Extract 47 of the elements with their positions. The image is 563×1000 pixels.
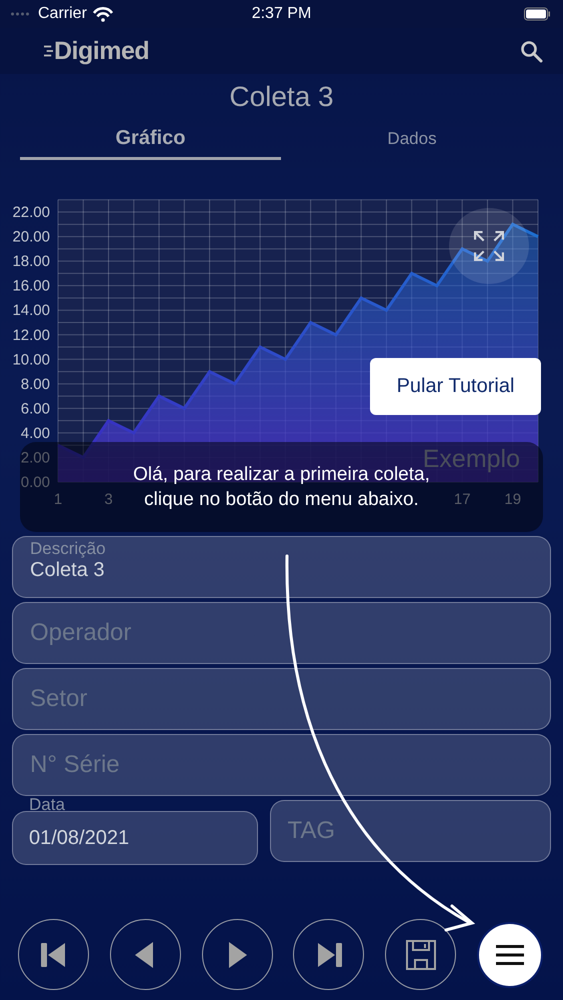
- y-tick-label: 4.00: [20, 424, 50, 442]
- battery-icon: [524, 7, 551, 21]
- signal-icon: [8, 11, 32, 17]
- x-tick-label: 17: [454, 491, 471, 508]
- text-field[interactable]: 01/08/2021: [12, 811, 258, 865]
- text-field[interactable]: N° Série: [12, 734, 551, 796]
- y-tick-label: 6.00: [20, 400, 50, 418]
- first-record-button[interactable]: [18, 919, 89, 990]
- text-input[interactable]: Operador: [30, 619, 533, 647]
- x-tick-label: 1: [54, 491, 62, 508]
- text-field[interactable]: TAG: [270, 800, 551, 862]
- text-input[interactable]: Setor: [30, 685, 533, 713]
- x-tick-label: 19: [504, 491, 522, 508]
- last-record-button[interactable]: [293, 919, 364, 990]
- text-field[interactable]: Operador: [12, 602, 551, 664]
- y-tick-label: 20.00: [12, 228, 50, 246]
- save-button[interactable]: [385, 919, 456, 990]
- y-tick-label: 8.00: [20, 376, 50, 393]
- y-tick-label: 0.00: [20, 474, 50, 491]
- tab[interactable]: Dados: [281, 120, 543, 160]
- expand-icon: [474, 231, 504, 261]
- y-tick-label: 18.00: [12, 253, 50, 270]
- text-input[interactable]: 01/08/2021: [29, 826, 240, 850]
- text-input[interactable]: Coleta 3: [30, 559, 533, 582]
- y-tick-label: 22.00: [12, 204, 50, 222]
- status-time: 2:37 PM: [252, 5, 312, 23]
- logo-stripes-icon: [44, 43, 53, 59]
- text-input[interactable]: TAG: [288, 817, 533, 845]
- y-tick-label: 14.00: [12, 302, 50, 320]
- text-field[interactable]: Descrição Coleta 3: [12, 536, 551, 598]
- y-tick-label: 2.00: [20, 449, 50, 466]
- y-tick-label: 12.00: [12, 326, 50, 344]
- floating-label: Descrição: [30, 539, 107, 559]
- wifi-icon: [92, 6, 113, 22]
- skip-tutorial-button[interactable]: Pular Tutorial: [370, 358, 541, 415]
- screen-title: Coleta 3: [228, 80, 335, 114]
- text-input[interactable]: N° Série: [30, 751, 533, 779]
- next-button[interactable]: [202, 919, 273, 990]
- search-icon: [520, 40, 543, 62]
- tab[interactable]: Gráfico: [20, 120, 281, 160]
- y-tick-label: 16.00: [12, 278, 50, 295]
- y-tick-label: 10.00: [12, 351, 50, 368]
- app-logo: Digimed: [54, 36, 150, 66]
- previous-button[interactable]: [110, 919, 181, 990]
- x-tick-label: 3: [104, 491, 113, 508]
- carrier-label: Carrier: [38, 5, 87, 23]
- text-field[interactable]: Setor: [12, 668, 551, 730]
